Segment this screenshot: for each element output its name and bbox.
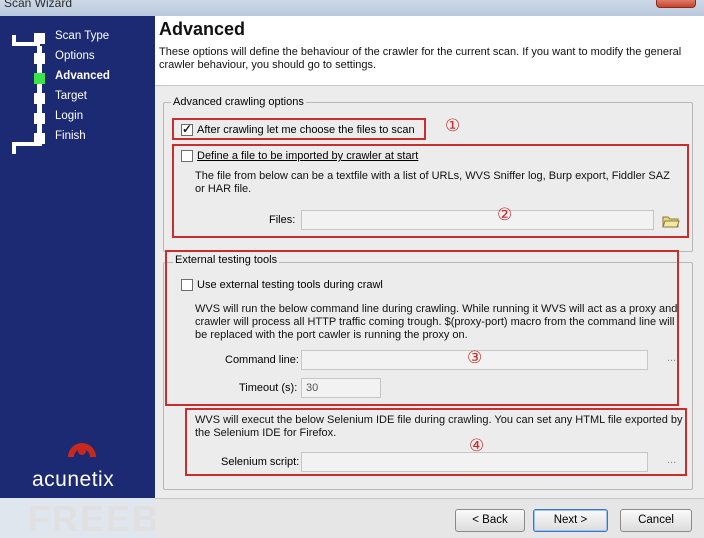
files-input[interactable] bbox=[301, 210, 654, 230]
define-file-label: Define a file to be imported by crawler … bbox=[197, 150, 419, 162]
step-marker-icon bbox=[34, 33, 45, 44]
step-label: Login bbox=[55, 110, 84, 122]
page-header: Advanced These options will define the b… bbox=[155, 16, 704, 86]
use-external-tools-checkbox[interactable] bbox=[181, 279, 193, 291]
selenium-script-label: Selenium script: bbox=[221, 456, 300, 468]
step-options: Options bbox=[0, 48, 155, 68]
files-label: Files: bbox=[269, 214, 296, 226]
command-line-label: Command line: bbox=[225, 354, 299, 366]
step-label: Advanced bbox=[55, 70, 110, 82]
step-marker-icon bbox=[34, 73, 45, 84]
step-marker-icon bbox=[34, 93, 45, 104]
annotation-marker-2: ② bbox=[497, 205, 513, 224]
next-button[interactable]: Next > bbox=[533, 509, 608, 532]
close-button[interactable] bbox=[656, 0, 696, 8]
options-panel: Advanced crawling options After crawling… bbox=[155, 86, 704, 498]
acunetix-logo-icon bbox=[68, 443, 96, 457]
choose-files-label: After crawling let me choose the files t… bbox=[197, 124, 415, 136]
advanced-crawling-group-title: Advanced crawling options bbox=[171, 96, 306, 108]
step-marker-icon bbox=[34, 113, 45, 124]
page-description: These options will define the behaviour … bbox=[159, 46, 682, 71]
use-external-tools-label: Use external testing tools during crawl bbox=[197, 279, 383, 291]
choose-files-checkbox[interactable] bbox=[181, 122, 193, 136]
step-finish: Finish bbox=[0, 128, 155, 148]
step-label: Scan Type bbox=[55, 30, 110, 42]
external-tools-group-title: External testing tools bbox=[173, 254, 280, 266]
annotation-marker-1: ① bbox=[445, 116, 461, 135]
step-target: Target bbox=[0, 88, 155, 108]
wizard-footer: < Back Next > Cancel bbox=[155, 498, 704, 538]
page-title: Advanced bbox=[159, 19, 246, 39]
acunetix-logo-text: acunetix bbox=[32, 468, 115, 491]
step-label: Finish bbox=[55, 130, 86, 142]
selenium-browse-button[interactable]: ... bbox=[667, 454, 676, 466]
title-bar: Scan Wizard bbox=[0, 0, 704, 16]
selenium-description: WVS will execut the below Selenium IDE f… bbox=[195, 414, 683, 439]
step-label: Options bbox=[55, 50, 95, 62]
folder-browse-icon[interactable] bbox=[662, 214, 680, 228]
step-advanced: Advanced bbox=[0, 68, 155, 88]
timeout-label: Timeout (s): bbox=[239, 382, 298, 394]
step-marker-icon bbox=[34, 133, 45, 144]
define-file-checkbox[interactable] bbox=[181, 150, 193, 162]
step-label: Target bbox=[55, 90, 87, 102]
window-title: Scan Wizard bbox=[4, 0, 73, 10]
back-button[interactable]: < Back bbox=[455, 509, 525, 532]
command-line-browse-button[interactable]: ... bbox=[667, 352, 676, 364]
step-scan-type: Scan Type bbox=[0, 28, 155, 48]
timeout-input[interactable]: 30 bbox=[301, 378, 381, 398]
step-marker-icon bbox=[34, 53, 45, 64]
step-login: Login bbox=[0, 108, 155, 128]
cancel-button[interactable]: Cancel bbox=[620, 509, 692, 532]
wizard-sidebar: Scan Type Options Advanced Target Login … bbox=[0, 16, 155, 498]
external-tools-description: WVS will run the below command line duri… bbox=[195, 303, 678, 341]
annotation-marker-4: ④ bbox=[469, 436, 485, 455]
define-file-description: The file from below can be a textfile wi… bbox=[195, 170, 670, 195]
annotation-marker-3: ③ bbox=[467, 348, 483, 367]
